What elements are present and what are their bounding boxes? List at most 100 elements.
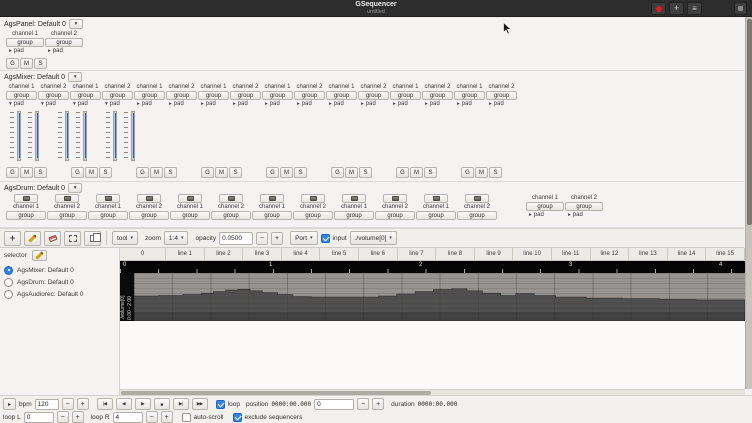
tool-dropdown[interactable]: tool [112,231,138,245]
pattern-edit-button[interactable] [55,194,79,203]
pad-expander[interactable]: ▸ pad [422,100,453,108]
navigation-expander-button[interactable]: ▸ [3,398,16,410]
group-button[interactable]: group [358,91,389,100]
solo-toggle-button[interactable]: S [34,58,47,69]
group-button[interactable]: group [102,91,133,100]
group-toggle-button[interactable]: G [331,167,344,178]
group-button[interactable]: group [38,91,69,100]
solo-toggle-button[interactable]: S [164,167,177,178]
group-button[interactable]: group [6,211,46,220]
group-toggle-button[interactable]: G [71,167,84,178]
opacity-decrement-button[interactable]: − [256,231,269,245]
rewind-button[interactable]: |◀ [96,398,113,410]
mute-toggle-button[interactable]: M [280,167,293,178]
loop-left-input[interactable]: 0 [23,411,54,423]
position-decrement-button[interactable]: − [357,398,370,410]
group-button[interactable]: group [565,202,603,211]
mute-toggle-button[interactable]: M [345,167,358,178]
opacity-increment-button[interactable]: + [271,231,284,245]
group-button[interactable]: group [375,211,415,220]
volume-fader[interactable] [10,110,23,162]
mute-toggle-button[interactable]: M [20,167,33,178]
selector-item-mixer[interactable]: AgsMixer: Default 0 [4,264,117,276]
pattern-edit-button[interactable] [424,194,448,203]
machine-menu-button[interactable] [68,183,83,193]
solo-toggle-button[interactable]: S [229,167,242,178]
solo-toggle-button[interactable]: S [359,167,372,178]
pattern-edit-button[interactable] [465,194,489,203]
stop-button[interactable]: ■ [153,398,170,410]
pad-expander[interactable]: ▸ pad [6,47,44,55]
group-button[interactable]: group [6,91,37,100]
solo-toggle-button[interactable]: S [489,167,502,178]
solo-toggle-button[interactable]: S [99,167,112,178]
pad-expander[interactable]: ▸ pad [230,100,261,108]
edit-button[interactable] [24,230,41,246]
pad-expander[interactable]: ▸ pad [326,100,357,108]
group-button[interactable]: group [170,211,210,220]
position-button[interactable] [4,230,21,246]
group-button[interactable]: group [422,91,453,100]
group-button[interactable]: group [134,91,165,100]
bpm-input[interactable]: 120 [34,398,59,410]
input-checkbox[interactable] [320,233,330,243]
previous-button[interactable]: ◀ [115,398,132,410]
pad-expander[interactable]: ▸ pad [390,100,421,108]
group-button[interactable]: group [211,211,251,220]
group-toggle-button[interactable]: G [201,167,214,178]
solo-toggle-button[interactable]: S [424,167,437,178]
automation-canvas[interactable] [134,273,745,321]
group-button[interactable]: group [457,211,497,220]
next-button[interactable]: ▶| [172,398,189,410]
opacity-input[interactable]: 0.0500 [219,231,254,245]
group-button[interactable]: group [293,211,333,220]
forward-button[interactable]: ▶▶ [191,398,208,410]
mute-toggle-button[interactable]: M [475,167,488,178]
pattern-edit-button[interactable] [14,194,38,203]
mute-toggle-button[interactable]: M [410,167,423,178]
group-button[interactable]: group [294,91,325,100]
input-port-dropdown[interactable]: ./volume[0] [349,231,397,245]
selector-item-audiorec[interactable]: AgsAudiorec: Default 0 [4,288,117,300]
group-toggle-button[interactable]: G [461,167,474,178]
loop-left-decrement-button[interactable]: − [56,411,69,423]
add-machine-button[interactable] [669,2,684,15]
bpm-decrement-button[interactable]: − [61,398,74,410]
loop-right-increment-button[interactable]: + [160,411,173,423]
position-input[interactable]: 0 [314,398,355,410]
port-dropdown[interactable]: Port [290,231,318,245]
selector-item-drum[interactable]: AgsDrum: Default 0 [4,276,117,288]
pad-expander[interactable]: ▸ pad [166,100,197,108]
pad-expander[interactable]: ▾ pad [6,100,37,108]
group-button[interactable]: group [6,38,44,47]
solo-toggle-button[interactable]: S [34,167,47,178]
loop-left-increment-button[interactable]: + [71,411,84,423]
group-button[interactable]: group [230,91,261,100]
group-button[interactable]: group [129,211,169,220]
group-button[interactable]: group [166,91,197,100]
pad-expander[interactable]: ▸ pad [565,211,603,219]
pattern-edit-button[interactable] [301,194,325,203]
menu-button[interactable] [687,2,702,15]
volume-fader[interactable] [58,110,71,162]
solo-toggle-button[interactable]: S [294,167,307,178]
pad-expander[interactable]: ▾ pad [70,100,101,108]
mute-toggle-button[interactable]: M [215,167,228,178]
group-button[interactable]: group [390,91,421,100]
pattern-edit-button[interactable] [383,194,407,203]
volume-fader[interactable] [124,110,137,162]
volume-fader[interactable] [28,110,41,162]
bpm-increment-button[interactable]: + [76,398,89,410]
group-button[interactable]: group [326,91,357,100]
pad-expander[interactable]: ▸ pad [454,100,485,108]
mute-toggle-button[interactable]: M [20,58,33,69]
volume-fader[interactable] [76,110,89,162]
auto-scroll-checkbox[interactable] [181,412,191,422]
group-button[interactable]: group [70,91,101,100]
machine-menu-button[interactable] [68,19,83,29]
exclude-sequencers-checkbox[interactable] [232,412,242,422]
group-button[interactable]: group [198,91,229,100]
copy-button[interactable] [84,230,101,246]
group-button[interactable]: group [416,211,456,220]
group-button[interactable]: group [252,211,292,220]
